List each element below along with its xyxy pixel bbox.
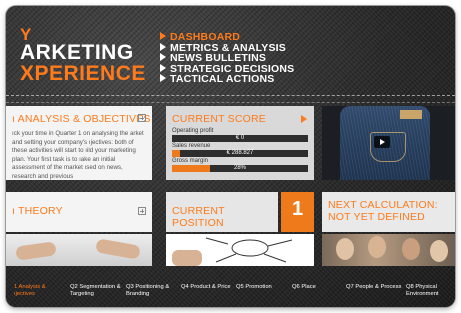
whiteboard-photo bbox=[166, 234, 314, 266]
tab-label: Environment bbox=[406, 291, 439, 297]
tile-title: ı ANALYSIS & OBJECTIVES bbox=[12, 113, 151, 125]
tab-q1-analysis-objectives[interactable]: 1 Analysis & ıjectives bbox=[14, 284, 46, 298]
tab-q8-physical-environment[interactable]: Q8 Physical Environment bbox=[406, 284, 439, 298]
metric-label: Sales revenue bbox=[172, 143, 211, 149]
logo-line-3: XPERIENCE bbox=[20, 62, 146, 85]
tile-title: CURRENT POSITION bbox=[172, 205, 225, 229]
theory-tile[interactable]: ı THEORY bbox=[6, 192, 152, 232]
analysis-objectives-tile[interactable]: ı ANALYSIS & OBJECTIVES ıck your time in… bbox=[6, 106, 152, 180]
tab-q4-product-price[interactable]: Q4 Product & Price bbox=[181, 284, 231, 291]
tab-label: Q8 Physical bbox=[406, 284, 437, 290]
person-image bbox=[368, 236, 386, 258]
metric-value: 28% bbox=[233, 165, 246, 171]
expand-icon[interactable] bbox=[138, 207, 146, 215]
sketch-line bbox=[267, 239, 293, 247]
tile-description: ıck your time in Quarter 1 on analysing … bbox=[12, 130, 144, 180]
tab-label: Q7 People & Process bbox=[346, 284, 402, 290]
position-number: 1 bbox=[291, 198, 304, 220]
main-nav: DASHBOARD METRICS & ANALYSIS NEWS BULLET… bbox=[160, 32, 294, 85]
tab-label: Q4 Product & Price bbox=[181, 284, 231, 290]
play-icon[interactable] bbox=[374, 136, 390, 148]
divider bbox=[6, 95, 455, 96]
metric-label: Operating profit bbox=[172, 128, 214, 134]
tab-label: Q2 Segmentation & bbox=[70, 284, 121, 290]
tab-q6-place[interactable]: Q6 Place bbox=[292, 284, 316, 291]
arrow-right-icon bbox=[160, 32, 166, 40]
metric-bar: € 0 bbox=[172, 135, 308, 142]
jeans-label-image bbox=[400, 110, 422, 119]
person-image bbox=[402, 238, 420, 260]
tab-label: Q5 Promotion bbox=[236, 284, 272, 290]
arrow-right-icon bbox=[160, 42, 166, 51]
next-calculation-tile[interactable]: NEXT CALCULATION: NOT YET DEFINED bbox=[322, 192, 455, 232]
video-tile[interactable] bbox=[322, 106, 455, 180]
hand-image bbox=[95, 238, 141, 260]
current-score-tile[interactable]: CURRENT SCORE Operating profit € 0 Sales… bbox=[166, 106, 314, 180]
tab-label: ıjectives bbox=[14, 291, 35, 297]
tile-title: ı THEORY bbox=[12, 205, 63, 217]
tab-label: Branding bbox=[126, 291, 150, 297]
metric-bar: € 288.827 bbox=[172, 150, 308, 157]
tile-title-line: NOT YET DEFINED bbox=[328, 210, 425, 223]
quarter-tabs: 1 Analysis & ıjectives Q2 Segmentation &… bbox=[6, 276, 455, 307]
logo-line-2: ARKETING bbox=[20, 41, 134, 64]
metric-bar: 28% bbox=[172, 165, 308, 172]
metric-value: € 288.827 bbox=[226, 150, 254, 156]
nav-tactical-actions-label: TACTICAL ACTIONS bbox=[170, 73, 275, 85]
team-photo bbox=[322, 234, 455, 266]
person-image bbox=[430, 240, 448, 262]
tab-label: Targeting bbox=[70, 291, 94, 297]
hand-image bbox=[15, 241, 57, 261]
sketch-line bbox=[263, 253, 287, 263]
sketch-oval bbox=[231, 239, 269, 257]
current-position-tile[interactable]: CURRENT POSITION bbox=[166, 192, 278, 232]
tile-title: CURRENT SCORE bbox=[172, 113, 266, 125]
tab-label: Q6 Place bbox=[292, 284, 316, 290]
app-window: Y ARKETING XPERIENCE DASHBOARD METRICS &… bbox=[6, 6, 455, 307]
tab-q2-segmentation-targeting[interactable]: Q2 Segmentation & Targeting bbox=[70, 284, 121, 298]
metric-label: Gross margin bbox=[172, 158, 209, 164]
tab-label: 1 Analysis & bbox=[14, 284, 46, 290]
tile-title: NEXT CALCULATION: NOT YET DEFINED bbox=[328, 199, 438, 223]
nav-tactical-actions[interactable]: TACTICAL ACTIONS bbox=[160, 74, 294, 85]
sketch-line bbox=[205, 237, 229, 245]
expand-icon[interactable] bbox=[138, 114, 146, 122]
metric-value: € 0 bbox=[235, 135, 245, 141]
sketch-line bbox=[215, 253, 237, 263]
position-number-badge: 1 bbox=[281, 192, 314, 232]
brand-logo[interactable]: Y ARKETING XPERIENCE bbox=[20, 26, 146, 84]
arrow-right-icon bbox=[160, 74, 166, 82]
tab-label: Q3 Positioning & bbox=[126, 284, 170, 290]
hands-photo bbox=[6, 234, 152, 266]
arrow-right-icon[interactable] bbox=[301, 115, 307, 123]
whiteboard-sketch-image bbox=[172, 237, 293, 266]
tile-title-line: NEXT CALCULATION: bbox=[328, 199, 438, 211]
tab-q5-promotion[interactable]: Q5 Promotion bbox=[236, 284, 272, 291]
arrow-right-icon bbox=[160, 63, 166, 72]
tab-q7-people-process[interactable]: Q7 People & Process bbox=[346, 284, 401, 291]
hand-shape bbox=[172, 250, 202, 266]
person-image bbox=[336, 238, 354, 260]
arrow-right-icon bbox=[160, 53, 166, 61]
tab-q3-positioning-branding[interactable]: Q3 Positioning & Branding bbox=[126, 284, 169, 298]
divider bbox=[6, 102, 455, 103]
